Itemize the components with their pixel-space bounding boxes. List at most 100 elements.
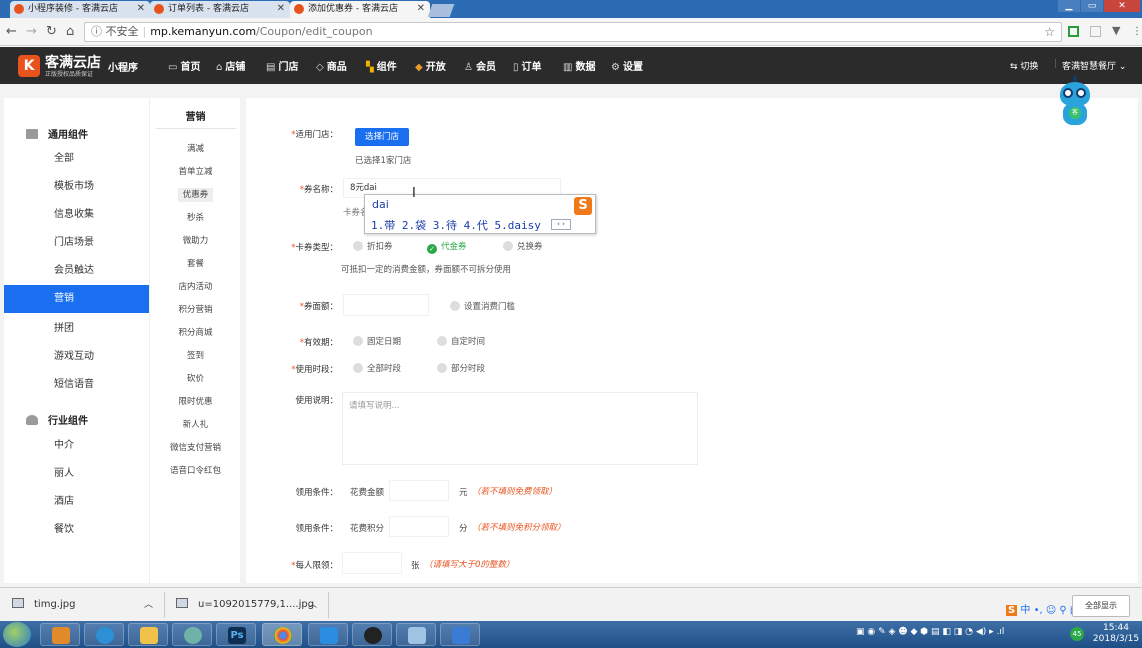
menu-icon[interactable]: ⋮ (1132, 24, 1142, 40)
sidebar-item[interactable]: 酒店 (4, 488, 149, 516)
account-dropdown[interactable]: 客满智慧餐厅 ⌄ (1062, 59, 1126, 72)
forward-arrow-icon[interactable]: → (26, 24, 37, 40)
sidebar-item[interactable]: 游戏互动 (4, 343, 149, 371)
system-clock[interactable]: 15:44 2018/3/15 (1092, 623, 1140, 645)
extension-icon[interactable] (1090, 26, 1101, 37)
assistant-mascot-icon[interactable]: 客 (1058, 76, 1092, 128)
subnav-item[interactable]: 秒杀 (150, 210, 241, 226)
nav-settings[interactable]: ⚙ 设置 (611, 58, 643, 73)
sidebar-item[interactable]: 丽人 (4, 460, 149, 488)
subnav-item[interactable]: 限时优惠 (150, 394, 241, 410)
radio-cash[interactable]: ✓ 代金券 (427, 240, 467, 254)
taskbar-app[interactable] (396, 623, 436, 646)
taskbar-app[interactable] (308, 623, 348, 646)
browser-tab[interactable]: 小程序装修 - 客满云店 ✕ (10, 1, 150, 18)
sidebar-item[interactable]: 信息收集 (4, 201, 149, 229)
subnav-item[interactable]: 微助力 (150, 233, 241, 249)
taskbar-obs[interactable] (352, 623, 392, 646)
close-icon[interactable]: ✕ (137, 1, 145, 17)
window-close-icon[interactable]: ✕ (1104, 0, 1140, 12)
select-store-button[interactable]: 选择门店 (355, 128, 409, 146)
taskbar-explorer[interactable] (128, 623, 168, 646)
sidebar-item[interactable]: 中介 (4, 432, 149, 460)
start-button[interactable] (3, 622, 31, 647)
back-arrow-icon[interactable]: ← (6, 24, 17, 40)
show-all-downloads-button[interactable]: 全部显示 (1072, 595, 1130, 617)
limit-note: （请填写大于0的整数） (424, 560, 515, 570)
taskbar-app[interactable] (40, 623, 80, 646)
subnav-item[interactable]: 微信支付营销 (150, 440, 241, 456)
sidebar-item[interactable]: 模板市场 (4, 173, 149, 201)
nav-shop[interactable]: ⌂ 店铺 (216, 58, 245, 73)
chevron-up-icon[interactable]: ︿ (144, 597, 153, 610)
threshold-toggle[interactable]: 设置消费门槛 (450, 300, 515, 312)
extension-icon[interactable] (1068, 26, 1079, 37)
per-user-limit-input[interactable] (342, 552, 402, 574)
radio-exchange[interactable]: 兑换券 (503, 240, 543, 252)
subnav-item-coupon[interactable]: 优惠券 (150, 187, 241, 203)
browser-tab[interactable]: 订单列表 - 客满云店 ✕ (150, 1, 290, 18)
maximize-icon[interactable]: ▭ (1081, 0, 1103, 12)
sidebar-item[interactable]: 短信语音 (4, 371, 149, 399)
subnav-item[interactable]: 新人礼 (150, 417, 241, 433)
subnav-item[interactable]: 满减 (150, 141, 241, 157)
nav-home[interactable]: ▭ 首页 (168, 58, 200, 73)
nav-stores[interactable]: ▤ 门店 (266, 58, 298, 73)
page-arrows-icon[interactable]: ‹ › (551, 219, 571, 230)
subnav-item[interactable]: 语音口令红包 (150, 463, 241, 479)
sidebar-item[interactable]: 餐饮 (4, 516, 149, 544)
nav-members[interactable]: ♙ 会员 (464, 58, 496, 73)
close-icon[interactable]: ✕ (417, 1, 425, 17)
taskbar-photoshop[interactable]: Ps (216, 623, 256, 646)
taskbar-app[interactable] (172, 623, 212, 646)
close-icon[interactable]: ✕ (277, 1, 285, 17)
download-item[interactable]: timg.jpg (12, 598, 75, 610)
nav-open[interactable]: ◆ 开放 (415, 58, 446, 73)
security-status[interactable]: 不安全 (106, 25, 139, 38)
nav-products[interactable]: ◇ 商品 (316, 58, 347, 73)
radio-fixed-date[interactable]: 固定日期 (353, 335, 401, 347)
system-tray[interactable]: ▣ ◉ ✎ ◈ ☻ ◆ ⬢ ▤ ◧ ◨ ◔ ◀) ▸ .ıl (856, 627, 1004, 637)
radio-custom-time[interactable]: 自定时间 (437, 335, 485, 347)
sidebar-item[interactable]: 会员触达 (4, 257, 149, 285)
spend-points-input[interactable] (389, 516, 449, 537)
sidebar-item[interactable]: 全部 (4, 145, 149, 173)
sidebar-item[interactable]: 门店场景 (4, 229, 149, 257)
taskbar-ie[interactable] (84, 623, 124, 646)
minimize-icon[interactable]: ▁ (1058, 0, 1080, 12)
radio-partial-periods[interactable]: 部分时段 (437, 362, 485, 374)
new-tab-button[interactable] (427, 4, 455, 17)
spend-amount-input[interactable] (389, 480, 449, 501)
subnav-item[interactable]: 签到 (150, 348, 241, 364)
filter-icon[interactable]: ▼ (1112, 25, 1123, 37)
reload-icon[interactable]: ↻ (46, 24, 57, 40)
subnav-item[interactable]: 砍价 (150, 371, 241, 387)
subnav-item[interactable]: 店内活动 (150, 279, 241, 295)
nav-orders[interactable]: ▯ 订单 (513, 58, 542, 73)
nav-data[interactable]: ▥ 数据 (563, 58, 595, 73)
browser-tab-active[interactable]: 添加优惠券 - 客满云店 ✕ (290, 1, 430, 18)
network-badge[interactable]: 45 (1070, 627, 1084, 641)
bookmark-star-icon[interactable]: ☆ (1044, 23, 1055, 41)
subnav-item[interactable]: 积分营销 (150, 302, 241, 318)
description-textarea[interactable]: 请填写说明... (342, 392, 698, 465)
home-icon[interactable]: ⌂ (66, 24, 74, 40)
sidebar-item-marketing[interactable]: 营销 (4, 285, 149, 313)
radio-discount[interactable]: 折扣券 (353, 240, 393, 252)
subnav-item[interactable]: 首单立减 (150, 164, 241, 180)
sidebar-item[interactable]: 拼团 (4, 315, 149, 343)
taskbar-app[interactable] (440, 623, 480, 646)
subnav-item[interactable]: 积分商城 (150, 325, 241, 341)
chevron-up-icon[interactable]: ︿ (308, 597, 317, 610)
radio-all-periods[interactable]: 全部时段 (353, 362, 401, 374)
subnav-item[interactable]: 套餐 (150, 256, 241, 272)
nav-components[interactable]: ▚ 组件 (366, 58, 397, 73)
switch-button[interactable]: ⇆ 切换 (1010, 59, 1038, 72)
info-icon[interactable]: ⓘ (91, 25, 102, 38)
radio-circle-icon (353, 363, 363, 373)
taskbar-chrome[interactable] (262, 623, 302, 646)
download-item[interactable]: u=1092015779,1....jpg (176, 598, 314, 610)
face-value-input[interactable] (343, 294, 429, 316)
ime-candidates[interactable]: 1.带 2.袋 3.待 4.代 5.daisy (371, 217, 541, 233)
address-bar[interactable]: ⓘ 不安全 | mp.kemanyun.com/Coupon/edit_coupon… (84, 22, 1062, 42)
